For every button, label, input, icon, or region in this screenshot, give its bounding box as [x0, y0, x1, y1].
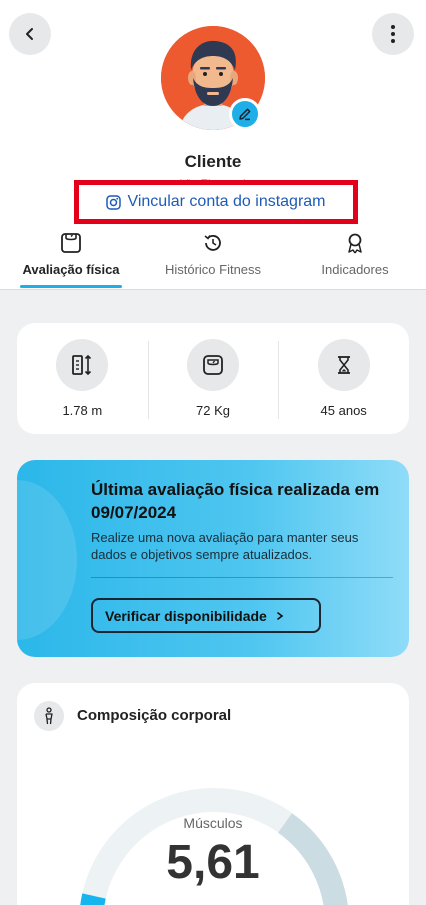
vertical-dots-icon: [391, 25, 395, 43]
decorative-shape: [17, 480, 77, 640]
evaluation-description: Realize uma nova avaliação para manter s…: [91, 530, 359, 562]
link-instagram-account[interactable]: Vincular conta do instagram: [74, 180, 358, 224]
profile-tabs: Avaliação física Histórico Fitness Indic…: [0, 229, 426, 290]
weight-icon: [187, 338, 239, 391]
avatar-container: [161, 26, 265, 130]
gauge-value: 5,61: [166, 836, 260, 889]
check-availability-button[interactable]: Verificar disponibilidade: [91, 598, 321, 633]
stat-value: 1.78 m: [62, 402, 103, 418]
body-stats-card: 1.78 m 72 Kg 45 anos: [17, 323, 409, 434]
tab-indicadores[interactable]: Indicadores: [284, 229, 426, 290]
body-composition-card: Composição corporal Músculos 5,61: [17, 683, 409, 905]
tab-historico-fitness[interactable]: Histórico Fitness: [142, 229, 284, 290]
edit-photo-button[interactable]: [229, 98, 261, 130]
height-icon: [56, 338, 109, 391]
chevron-left-icon: [26, 28, 33, 40]
tab-avaliacao-fisica[interactable]: Avaliação física: [0, 229, 142, 290]
gauge-label: Músculos: [183, 815, 243, 831]
scale-icon: [60, 231, 82, 255]
stat-value: 45 anos: [320, 402, 367, 418]
last-evaluation-card: Última avaliação física realizada em 09/…: [17, 460, 409, 657]
composition-title: Composição corporal: [77, 707, 232, 724]
tab-label: Indicadores: [321, 262, 389, 277]
stat-weight: 72 Kg: [147, 338, 279, 419]
instagram-icon: [106, 194, 122, 210]
instagram-link-label: Vincular conta do instagram: [127, 193, 326, 210]
back-button[interactable]: [9, 13, 51, 55]
profile-header: Cliente Vip Fitness I Vincular conta do …: [0, 0, 426, 290]
client-name: Cliente: [184, 152, 242, 171]
button-label: Verificar disponibilidade: [105, 607, 267, 624]
divider: [91, 577, 393, 578]
hourglass-icon: [317, 338, 370, 391]
stat-height: 1.78 m: [17, 338, 148, 419]
body-icon: [34, 701, 64, 731]
evaluation-title: Última avaliação física realizada em 09/…: [91, 480, 380, 522]
active-tab-indicator: [20, 285, 122, 288]
tab-label: Avaliação física: [22, 262, 120, 277]
award-icon: [344, 231, 366, 255]
pencil-icon: [239, 108, 251, 121]
history-icon: [202, 231, 224, 255]
chevron-right-icon: [277, 611, 284, 620]
more-options-button[interactable]: [372, 13, 414, 55]
stat-value: 72 Kg: [196, 402, 230, 418]
tab-label: Histórico Fitness: [164, 262, 262, 277]
stat-age: 45 anos: [278, 338, 409, 419]
